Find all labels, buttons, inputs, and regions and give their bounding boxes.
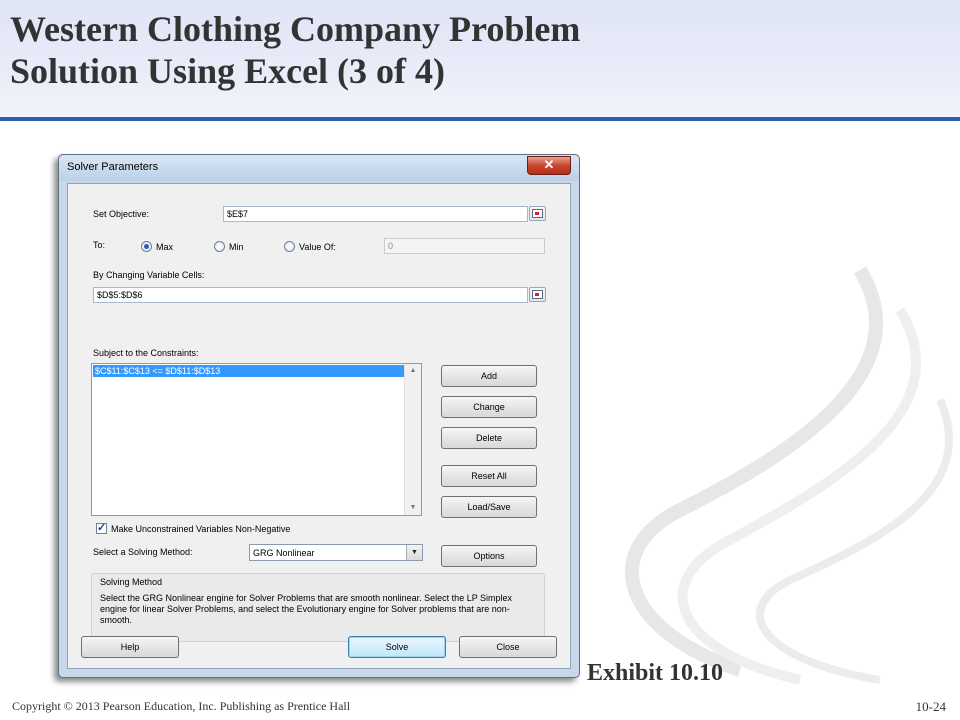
radio-max-label: Max (156, 242, 174, 252)
solving-method-label: Select a Solving Method: (93, 547, 193, 557)
dialog-titlebar[interactable]: Solver Parameters ✕ (59, 155, 579, 181)
solve-button[interactable]: Solve (348, 636, 446, 658)
scroll-up-icon[interactable]: ▲ (405, 364, 421, 378)
constraint-item[interactable]: $C$11:$C$13 <= $D$11:$D$13 (93, 365, 405, 377)
nonnegative-label: Make Unconstrained Variables Non-Negativ… (111, 524, 291, 534)
options-button[interactable]: Options (441, 545, 537, 567)
slide-title-line-2: Solution Using Excel (3 of 4) (10, 51, 446, 91)
slide-title: Western Clothing Company Problem Solutio… (10, 8, 910, 92)
help-button[interactable]: Help (81, 636, 179, 658)
changing-cells-value: $D$5:$D$6 (97, 290, 143, 300)
exhibit-caption: Exhibit 10.10 (587, 660, 724, 686)
solving-method-select[interactable]: GRG Nonlinear ▼ (249, 544, 423, 561)
set-objective-input[interactable]: $E$7 (223, 206, 528, 222)
solving-method-description: Select the GRG Nonlinear engine for Solv… (100, 593, 513, 625)
slide-title-line-1: Western Clothing Company Problem (10, 9, 581, 49)
constraints-listbox[interactable]: $C$11:$C$13 <= $D$11:$D$13 ▲ ▼ (91, 363, 422, 516)
slide-header: Western Clothing Company Problem Solutio… (0, 0, 960, 118)
collapse-dialog-objective-icon[interactable] (529, 206, 546, 221)
radio-min[interactable] (214, 241, 225, 252)
dialog-body: Set Objective: $E$7 To: Max Min Value Of… (67, 183, 571, 669)
constraints-label: Subject to the Constraints: (93, 348, 199, 358)
solver-parameters-dialog: Solver Parameters ✕ Set Objective: $E$7 … (58, 154, 580, 678)
page-number: 10-24 (915, 699, 946, 714)
scroll-down-icon[interactable]: ▼ (405, 501, 421, 515)
add-button[interactable]: Add (441, 365, 537, 387)
nonnegative-checkbox[interactable] (96, 521, 107, 534)
solving-method-value: GRG Nonlinear (253, 548, 315, 558)
collapse-dialog-changing-cells-icon[interactable] (529, 287, 546, 302)
dialog-title: Solver Parameters (67, 161, 159, 173)
value-of-input[interactable]: 0 (384, 238, 545, 254)
value-of-value: 0 (388, 241, 394, 251)
delete-button[interactable]: Delete (441, 427, 537, 449)
radio-value-of-label: Value Of: (299, 242, 336, 252)
close-button[interactable]: Close (459, 636, 557, 658)
solving-method-group-title: Solving Method (100, 577, 163, 587)
load-save-button[interactable]: Load/Save (441, 496, 537, 518)
copyright-footer: Copyright © 2013 Pearson Education, Inc.… (12, 699, 351, 713)
solving-method-groupbox: Solving Method Select the GRG Nonlinear … (91, 573, 545, 642)
close-window-icon[interactable]: ✕ (527, 156, 571, 175)
to-label: To: (93, 240, 106, 250)
reset-all-button[interactable]: Reset All (441, 465, 537, 487)
set-objective-label: Set Objective: (93, 209, 150, 219)
dropdown-arrow-icon[interactable]: ▼ (406, 545, 422, 560)
set-objective-value: $E$7 (227, 209, 249, 219)
change-button[interactable]: Change (441, 396, 537, 418)
changing-cells-label: By Changing Variable Cells: (93, 270, 205, 280)
radio-min-label: Min (229, 242, 244, 252)
constraints-scrollbar[interactable]: ▲ ▼ (404, 364, 421, 515)
radio-value-of[interactable] (284, 241, 295, 252)
changing-cells-input[interactable]: $D$5:$D$6 (93, 287, 528, 303)
radio-max[interactable] (141, 241, 152, 252)
decorative-swoosh-graphic (625, 266, 954, 685)
header-divider (0, 117, 960, 121)
